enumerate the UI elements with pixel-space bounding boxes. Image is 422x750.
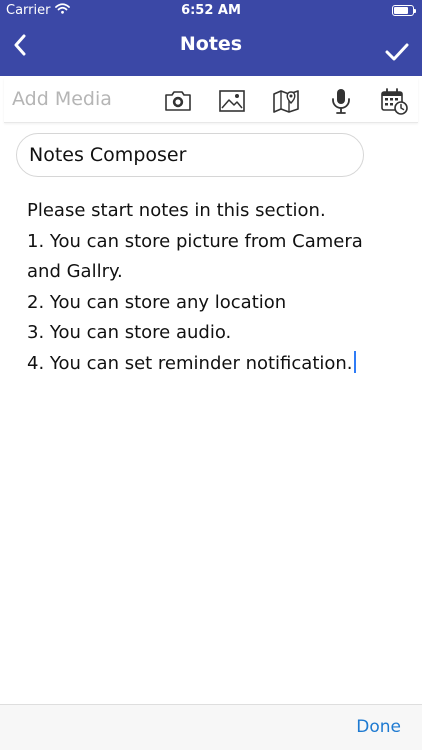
done-button[interactable]: Done (356, 717, 401, 737)
nav-bar: Notes (0, 22, 422, 76)
microphone-icon[interactable] (326, 86, 356, 116)
note-line: Please start notes in this section. (27, 200, 326, 221)
add-media-label: Add Media (12, 88, 112, 110)
media-toolbar: Add Media (4, 78, 418, 123)
keyboard-accessory-bar: Done (0, 704, 422, 750)
note-line: 2. You can store any location (27, 291, 287, 313)
note-line-last: 4. You can set reminder notification. (27, 349, 407, 380)
save-button[interactable] (382, 34, 412, 70)
note-line-text: 4. You can set reminder notification. (27, 352, 353, 374)
checkmark-icon (385, 43, 409, 61)
note-line: 1. You can store picture from Camera (27, 230, 363, 252)
text-caret (353, 350, 356, 373)
note-line: and Gallry. (27, 261, 123, 283)
image-icon[interactable] (217, 86, 247, 116)
note-title-input[interactable] (16, 133, 364, 177)
map-icon[interactable] (271, 86, 301, 116)
status-time: 6:52 AM (181, 3, 241, 18)
status-bar: Carrier 6:52 AM (0, 0, 422, 22)
camera-icon[interactable] (163, 86, 193, 116)
battery-icon (392, 5, 416, 16)
note-body-textarea[interactable]: Please start notes in this section. 1. Y… (27, 196, 407, 380)
note-line: 3. You can store audio. (27, 322, 232, 344)
page-title: Notes (179, 33, 243, 55)
calendar-clock-icon[interactable] (379, 86, 409, 116)
header: Carrier 6:52 AM Notes (0, 0, 422, 76)
